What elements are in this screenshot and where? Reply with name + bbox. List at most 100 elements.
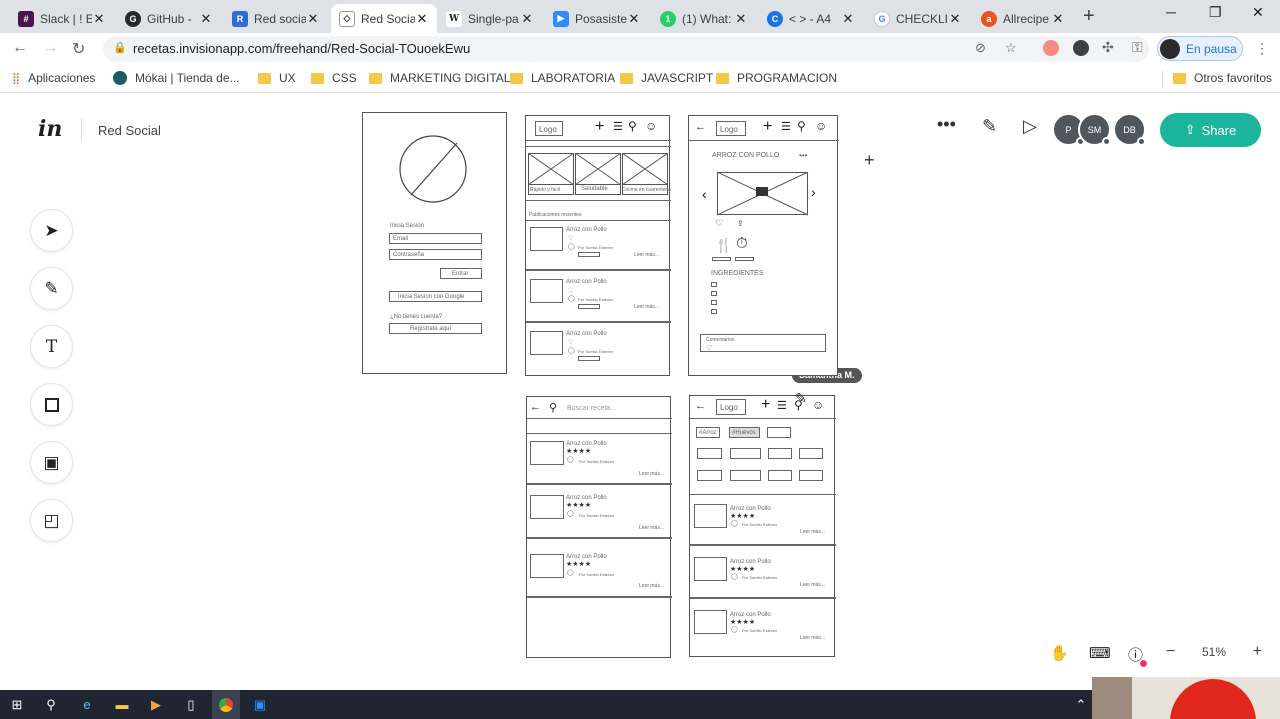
extension-blocker-icon[interactable] [1073,40,1089,56]
windows-start-icon[interactable]: ⊞ [7,695,27,714]
hand-pan-icon[interactable]: ✋ [1050,644,1069,662]
tab-checklist[interactable]: G CHECKLI ✕ [866,4,970,33]
back-icon[interactable]: ← [12,39,28,57]
wireframe-recipe[interactable]: ← Logo + ☰ ⚲ ☺ ARROZ CON POLLO ••• ‹ › ♡… [688,115,839,376]
zoom-taskbar-icon[interactable]: ▣ [250,695,270,714]
forward-icon[interactable]: → [42,39,58,57]
bookmark-marketing[interactable]: MARKETING DIGITAL [369,71,510,85]
tab-allrecipes[interactable]: a Allrecipe ✕ [973,4,1073,33]
zoom-out-icon[interactable]: − [1166,643,1175,661]
select-tool-button[interactable]: ➤ [30,209,73,252]
url-text[interactable]: recetas.invisionapp.com/freehand/Red-Soc… [133,41,470,56]
whatsapp-icon: 1 [660,10,676,27]
taskbar-search-icon[interactable]: ⚲ [41,695,61,714]
tab-invision[interactable]: ◇ Red Socia ✕ [331,4,437,33]
share-button[interactable]: ⇪ Share [1160,113,1261,147]
bookmark-star-icon[interactable]: ☆ [1005,40,1017,56]
bookmark-ux[interactable]: UX [258,71,296,85]
collaborator-avatar[interactable]: DB [1113,113,1146,146]
reload-icon[interactable]: ↻ [72,39,85,59]
close-tab-icon[interactable]: ✕ [415,11,429,27]
close-tab-icon[interactable]: ✕ [627,11,641,27]
media-player-icon[interactable]: ▶ [146,695,166,714]
minimize-icon[interactable]: ─ [1166,4,1176,20]
bookmark-javascript[interactable]: JAVASCRIPT [620,71,713,85]
chrome-page-icon: C [767,10,783,27]
tab-github[interactable]: G GitHub - ✕ [117,4,221,33]
collaborator-avatar[interactable]: SM [1078,113,1111,146]
allrecipes-icon: a [981,10,997,27]
bookmark-apps[interactable]: ⣿ Aplicaciones [12,71,95,85]
wf-filter-icon: ☰ [777,400,787,412]
close-tab-icon[interactable]: ✕ [948,11,962,27]
wf-ingredients-title: INGREDIENTES [711,270,764,277]
bookmark-programacion[interactable]: PROGRAMACION [716,71,837,85]
close-tab-icon[interactable]: ✕ [1051,11,1065,27]
wireframe-feed[interactable]: Logo + ☰ ⚲ ☺ Rápido y fácil Saludable Co… [525,115,671,376]
header-divider [81,118,82,140]
tab-wikipedia[interactable]: W Single-pa ✕ [438,4,542,33]
image-tool-button[interactable]: ▣ [30,441,73,484]
bookmark-other[interactable]: Otros favoritos [1173,71,1272,85]
freehand-canvas[interactable]: in Red Social ➤ ✎ T ▣ ◰ ••• ✎ ▷ P SM DB … [0,94,1280,690]
tracking-off-icon[interactable]: ⊘ [975,40,986,56]
wf-filter-icon: ☰ [613,121,623,133]
project-title[interactable]: Red Social [98,123,161,138]
invision-logo[interactable]: in [38,116,62,142]
more-options-icon[interactable]: ••• [937,114,956,135]
chrome-taskbar-icon[interactable] [212,690,240,719]
wireframe-filter[interactable]: ← Logo + ☰ ⚲ ☺ #Arroz #Huevos Arroz con … [689,395,836,657]
close-tab-icon[interactable]: ✕ [92,11,106,27]
wf-filter-result: Arroz con Pollo ★★★★ ◯ Por Sumito Esteve… [690,496,836,546]
tray-chevron-icon[interactable]: ⌃ [1071,695,1091,714]
bookmark-laboratoria[interactable]: LABORATORIA [510,71,615,85]
new-tab-icon[interactable]: + [1083,5,1095,28]
wf-tag: #Arroz [696,427,720,438]
sticky-note-tool-button[interactable]: ◰ [30,499,73,542]
profile-avatar [1160,38,1180,59]
wf-category-label: Cocina en cuarentena [622,187,671,193]
pen-tool-button[interactable]: ✎ [30,267,73,310]
close-tab-icon[interactable]: ✕ [734,11,748,27]
wireframe-search[interactable]: ← ⚲ Buscar receta... Arroz con Pollo ★★★… [526,396,672,658]
sticky-note-icon: ◰ [43,510,60,530]
close-window-icon[interactable]: ✕ [1252,4,1264,21]
login-no-account-label: ¿No tienes cuenta? [390,314,443,320]
file-explorer-icon[interactable]: ▬ [112,695,132,714]
bookmark-mokai[interactable]: Mókai | Tienda de... [113,71,240,85]
keyboard-shortcuts-icon[interactable]: ⌨ [1089,644,1111,662]
folder-icon [369,72,382,84]
tab-slack[interactable]: # Slack | ! E ✕ [10,4,114,33]
key-icon[interactable]: ⚿ [1132,39,1143,56]
restore-icon[interactable]: ❐ [1209,4,1222,21]
edge-icon[interactable]: e [77,695,97,714]
zoom-in-icon[interactable]: + [1253,643,1262,661]
wf-utensils-icon: 🍴 [715,237,733,253]
shape-tool-button[interactable] [30,383,73,426]
bookmark-css[interactable]: CSS [311,71,357,85]
edit-pen-icon[interactable]: ✎ [982,116,997,137]
wf-back-icon: ← [695,121,706,133]
pencil-icon: ✎ [44,278,59,298]
text-tool-button[interactable]: T [30,325,73,368]
wireframe-login[interactable]: Inicia Sesión Email Contraseña Entrar In… [362,112,507,374]
wf-logo-box: Logo [535,121,563,136]
tab-a4[interactable]: C < > - A4 ✕ [759,4,863,33]
close-tab-icon[interactable]: ✕ [841,11,855,27]
browser-menu-icon[interactable]: ⋮ [1255,40,1269,57]
profile-button[interactable]: En pausa [1157,36,1243,61]
present-play-icon[interactable]: ▷ [1023,116,1037,137]
help-icon[interactable]: ⓘ [1128,644,1148,667]
tab-zoom[interactable]: ▶ Posasiste ✕ [545,4,649,33]
address-bar[interactable]: 🔒 recetas.invisionapp.com/freehand/Red-S… [103,36,1149,62]
wf-filter-result: Arroz con Pollo ★★★★ ◯ Por Sumito Esteve… [690,602,836,652]
tab-whatsapp[interactable]: 1 (1) What: ✕ [652,4,756,33]
zoom-level[interactable]: 51% [1202,645,1226,659]
close-tab-icon[interactable]: ✕ [306,11,320,27]
close-tab-icon[interactable]: ✕ [199,11,213,27]
tab-trello[interactable]: R Red socia ✕ [224,4,328,33]
extension-record-icon[interactable] [1043,40,1059,56]
notepad-icon[interactable]: ▯ [181,695,201,714]
extensions-puzzle-icon[interactable]: ✣ [1102,39,1114,56]
close-tab-icon[interactable]: ✕ [520,11,534,27]
